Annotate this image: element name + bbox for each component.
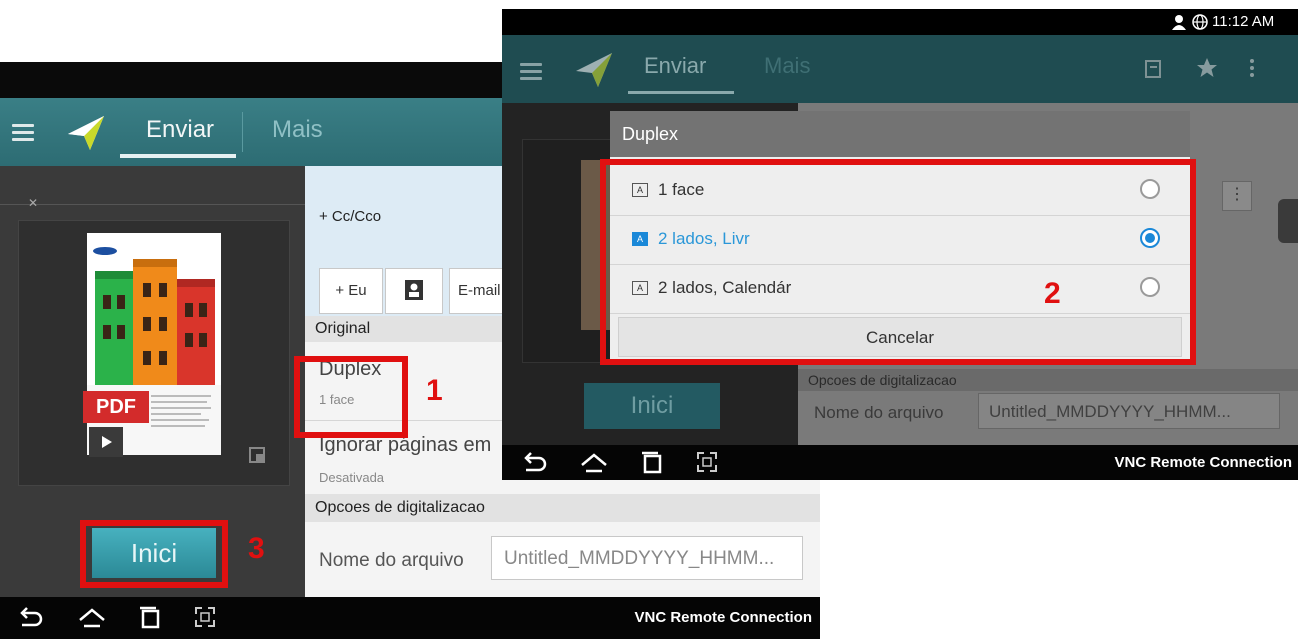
annotation-number-1: 1 (426, 374, 443, 407)
tab-enviar[interactable]: Enviar (146, 116, 214, 144)
start-button[interactable]: Inici (584, 383, 720, 429)
tab-mais[interactable]: Mais (272, 116, 323, 144)
vnc-label: VNC Remote Connection (1114, 454, 1292, 471)
filename-label: Nome do arquivo (814, 403, 944, 422)
screen-capture-icon[interactable] (194, 606, 216, 628)
close-icon[interactable]: ✕ (28, 196, 38, 210)
action-bar: Enviar Mais (502, 35, 1298, 103)
more-icon[interactable]: ⋮ (1222, 181, 1252, 211)
menu-icon[interactable] (12, 120, 34, 145)
play-button[interactable] (89, 427, 123, 457)
divider (0, 204, 305, 205)
ignore-pages-value: Desativada (319, 470, 385, 485)
section-scan-options: Opcoes de digitalizacao (798, 369, 1298, 391)
pdf-badge: PDF (83, 391, 149, 423)
document-preview: PDF (18, 220, 290, 486)
cc-bcc-button[interactable]: + Cc/Cco (319, 208, 381, 225)
dialog-title: Duplex (610, 111, 1190, 157)
globe-icon (1192, 14, 1208, 30)
fullscreen-icon[interactable] (249, 447, 265, 463)
tab-indicator (628, 91, 734, 94)
annotation-box-1 (294, 356, 408, 438)
send-plane-icon (68, 116, 104, 150)
play-icon (102, 436, 112, 448)
tab-indicator (120, 154, 236, 158)
filename-input[interactable]: Untitled_MMDDYYYY_HHMM... (978, 393, 1280, 429)
document-icon[interactable] (1144, 59, 1164, 79)
back-icon[interactable] (18, 607, 44, 629)
right-screen: 11:12 AM Enviar Mais Inici ⋮ Opcoes de d… (502, 9, 1298, 480)
section-scan-options: Opcoes de digitalizacao (305, 494, 820, 522)
annotation-box-2 (600, 159, 1196, 365)
start-button[interactable]: Inici (92, 528, 216, 578)
annotation-number-3: 3 (248, 532, 265, 565)
contacts-icon (405, 280, 423, 300)
side-handle[interactable] (1278, 199, 1298, 243)
send-plane-icon (576, 53, 612, 87)
user-icon (1172, 15, 1186, 30)
tab-mais[interactable]: Mais (764, 53, 810, 79)
recent-apps-icon[interactable] (138, 606, 162, 630)
star-icon[interactable] (1196, 57, 1218, 79)
menu-icon[interactable] (520, 59, 542, 84)
back-icon[interactable] (522, 452, 548, 474)
screen-capture-icon[interactable] (696, 451, 718, 473)
contacts-button[interactable] (385, 268, 443, 314)
filename-input[interactable]: Untitled_MMDDYYYY_HHMM... (491, 536, 803, 580)
filename-label: Nome do arquivo (319, 550, 464, 571)
vnc-label: VNC Remote Connection (634, 609, 812, 626)
home-icon[interactable] (78, 607, 106, 629)
tab-divider (242, 112, 243, 152)
recent-apps-icon[interactable] (640, 451, 664, 475)
overflow-menu-icon[interactable] (1248, 57, 1256, 79)
annotation-number-2: 2 (1044, 277, 1061, 310)
status-bar: 11:12 AM (502, 9, 1298, 35)
tab-enviar[interactable]: Enviar (644, 53, 706, 79)
add-me-button[interactable]: + Eu (319, 268, 383, 314)
nav-bar: VNC Remote Connection (0, 597, 820, 639)
nav-bar: VNC Remote Connection (502, 445, 1298, 480)
home-icon[interactable] (580, 452, 608, 474)
status-time: 11:12 AM (1212, 13, 1275, 30)
